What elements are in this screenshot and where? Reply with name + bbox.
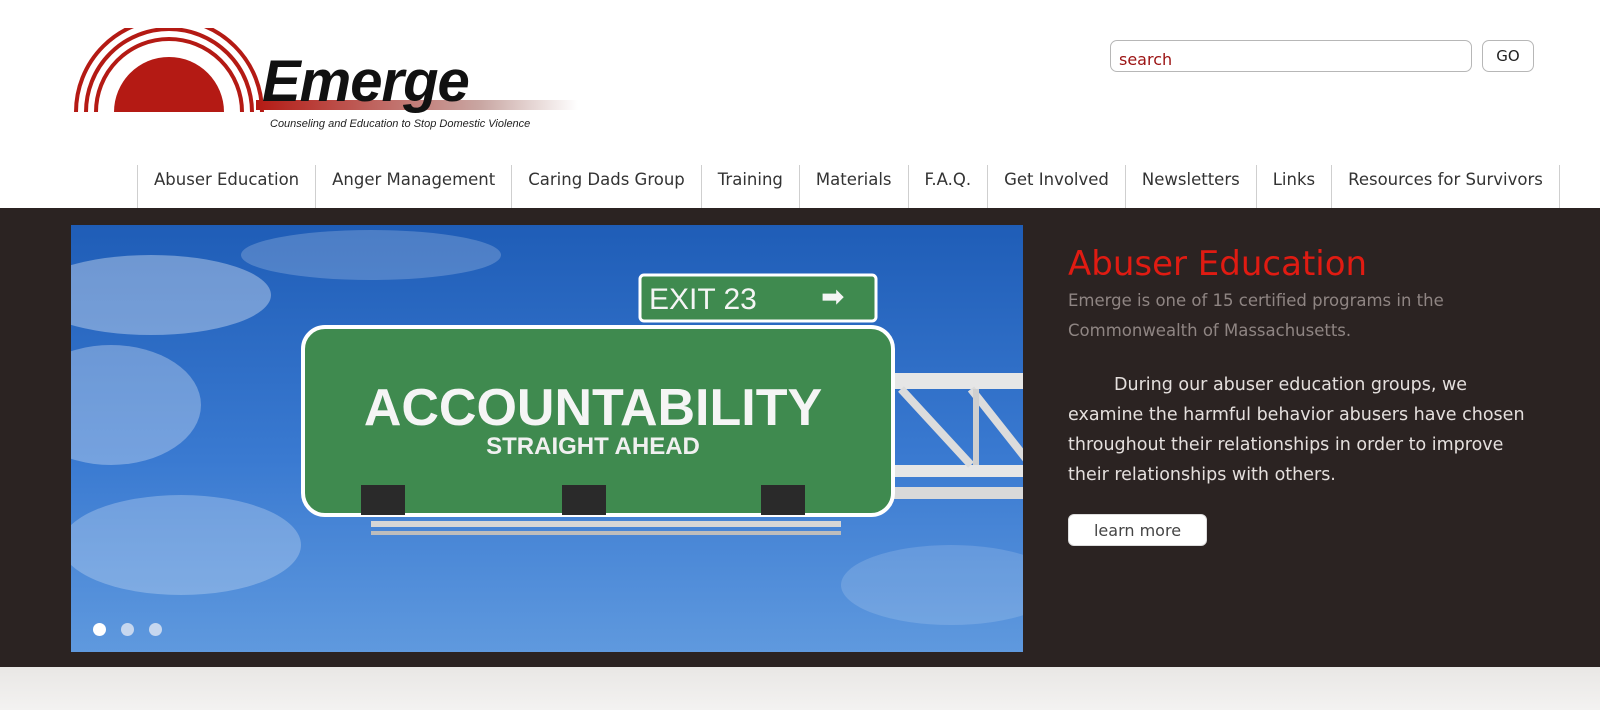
search-input[interactable] — [1110, 40, 1472, 72]
nav-item-training[interactable]: Training — [702, 165, 800, 208]
nav-item-get-involved[interactable]: Get Involved — [988, 165, 1126, 208]
panel-intro: Emerge is one of 15 certified programs i… — [1068, 291, 1444, 340]
sign-sub-text: STRAIGHT AHEAD — [486, 433, 700, 460]
right-arrow-icon: ➡ — [821, 280, 845, 313]
nav-item-abuser-education[interactable]: Abuser Education — [138, 165, 317, 208]
learn-more-button[interactable]: learn more — [1068, 514, 1207, 546]
content-divider — [0, 667, 1600, 710]
slide-dot-2[interactable] — [121, 623, 134, 636]
nav-item-newsletters[interactable]: Newsletters — [1126, 165, 1257, 208]
panel-body: During our abuser education groups, we e… — [1068, 375, 1525, 485]
logo-wordmark: Emerge — [262, 49, 470, 114]
hero-slideshow[interactable]: EXIT 23 ➡ ACCOUNTABILITY STRAIGHT AHEAD — [71, 225, 1023, 652]
slide-dot-1[interactable] — [93, 623, 106, 636]
nav-item-faq[interactable]: F.A.Q. — [909, 165, 989, 208]
site-header: Emerge Counseling and Education to Stop … — [0, 0, 1600, 208]
nav-item-links[interactable]: Links — [1257, 165, 1333, 208]
emerge-logo[interactable]: Emerge Counseling and Education to Stop … — [74, 28, 594, 138]
sunrise-logo-icon — [74, 28, 264, 116]
sign-main-text: ACCOUNTABILITY — [363, 379, 823, 437]
nav-item-anger-management[interactable]: Anger Management — [316, 165, 513, 208]
nav-item-materials[interactable]: Materials — [800, 165, 909, 208]
main-nav: Abuser Education Anger Management Caring… — [137, 165, 1560, 208]
nav-item-resources-for-survivors[interactable]: Resources for Survivors — [1332, 165, 1560, 208]
exit-sign-text: EXIT 23 — [649, 283, 757, 316]
panel-title: Abuser Education — [1068, 244, 1368, 284]
slide-dot-3[interactable] — [149, 623, 162, 636]
nav-item-caring-dads-group[interactable]: Caring Dads Group — [512, 165, 702, 208]
logo-tagline: Counseling and Education to Stop Domesti… — [270, 118, 531, 130]
go-button[interactable]: GO — [1482, 40, 1534, 72]
